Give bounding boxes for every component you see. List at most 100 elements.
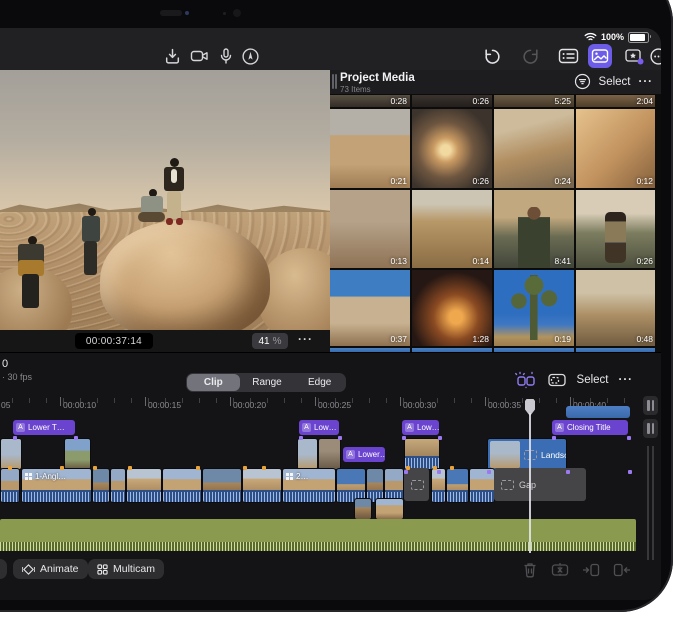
clip-marker[interactable] [128,466,132,470]
clip-marker[interactable] [450,466,454,470]
media-thumbnail[interactable]: 0:28 [330,95,410,107]
main-storyline-clip[interactable] [469,468,495,503]
connected-clip[interactable] [318,438,341,470]
redo-icon[interactable] [518,44,542,68]
media-thumbnail[interactable]: 0:12 [576,109,655,188]
media-thumbnail[interactable]: 0:26 [412,95,492,107]
main-storyline-clip[interactable] [446,468,469,503]
connection-dot [552,436,556,440]
clip-marker[interactable] [60,466,64,470]
media-thumbnail[interactable]: 2:04 [576,95,655,107]
media-more-button[interactable]: ··· [639,76,654,88]
split-icon[interactable] [551,561,569,578]
clip-marker[interactable] [262,466,266,470]
title-clip[interactable]: ALow… [402,420,439,435]
gap-clip[interactable]: Gap [494,468,586,501]
clip-marker[interactable] [243,466,247,470]
panel-drag-handle[interactable] [332,74,337,89]
main-storyline-clip[interactable] [242,468,282,503]
connection-dot [628,470,632,474]
camera-icon[interactable] [188,44,212,68]
delete-icon[interactable] [522,561,538,578]
zoom-level[interactable]: 41% [252,333,288,349]
media-select-button[interactable]: Select [599,76,631,88]
main-storyline-clip[interactable]: 2… [282,468,336,503]
media-thumbnail[interactable]: 8:41 [494,190,574,268]
playhead[interactable] [524,399,536,553]
main-storyline-clip[interactable] [162,468,202,503]
append-icon[interactable] [613,561,631,578]
video-viewer[interactable] [0,70,330,330]
camera-sensor-dot2 [223,12,226,15]
track-height-button-2[interactable] [643,419,658,438]
media-thumbnail[interactable]: 0:26 [412,109,492,188]
filter-icon[interactable] [574,73,591,90]
clip-marker[interactable] [93,466,97,470]
media-thumbnail[interactable]: 0:13 [330,190,410,268]
connection-dot [404,470,408,474]
title-badge-icon: A [302,423,311,432]
media-thumbnail[interactable]: 1:28 [412,270,492,346]
insert-icon[interactable] [582,561,600,578]
browser-icon[interactable] [556,44,580,68]
title-clip[interactable]: ALower T… [13,420,75,435]
scroll-track-line2 [652,446,654,560]
multicam-button[interactable]: Multicam [88,559,164,579]
media-thumbnail[interactable]: 0:19 [494,270,574,346]
track-height-button-1[interactable] [643,396,658,415]
media-thumbnail[interactable]: 0:26 [576,190,655,268]
clip-duration: 0:48 [636,334,653,344]
title-badge-icon: A [346,450,355,459]
pencil-icon[interactable] [238,44,262,68]
connected-clip[interactable] [64,438,91,470]
timecode-display[interactable]: 00:00:37:14 [75,333,153,349]
connection-dot [13,436,17,440]
media-thumbnail[interactable]: 0:21 [330,109,410,188]
undo-icon[interactable] [480,44,504,68]
more-icon[interactable] [646,44,661,68]
media-thumbnail[interactable]: 0:37 [330,270,410,346]
media-panel-header: Project Media 73 Items Select ··· [330,70,661,94]
connected-clip[interactable] [297,438,318,470]
animate-label: Animate [40,563,79,575]
timeline-vertical-scrollbar[interactable] [641,394,661,570]
audio-waveform [1,490,19,502]
microphone-icon[interactable] [214,44,238,68]
main-storyline-clip[interactable] [92,468,110,503]
connection-dot [566,470,570,474]
title-clip[interactable]: ALower… [343,447,385,462]
clip-marker[interactable] [8,466,12,470]
media-icon[interactable] [588,44,612,68]
viewer-controls: 00:00:37:14 41% ··· [0,330,330,352]
music-audio-clip[interactable] [0,519,636,551]
clip-label: 2… [286,472,308,481]
media-thumbnail[interactable]: 0:48 [576,270,655,346]
connected-clip-below[interactable] [375,498,404,520]
title-clip[interactable]: ALow… [299,420,339,435]
clip-duration: 0:12 [636,176,653,186]
main-storyline-clip[interactable] [110,468,126,503]
viewer-more-button[interactable]: ··· [298,332,313,346]
clip-marker[interactable] [196,466,200,470]
title-clip[interactable]: AClosing Title [552,420,628,435]
connected-title-bar-clip[interactable] [566,406,630,418]
clip-duration: 0:37 [390,334,407,344]
battery-percent: 100% [601,32,624,42]
media-thumbnail[interactable]: 0:14 [412,190,492,268]
import-icon[interactable] [160,44,184,68]
clip-duration: 0:26 [472,96,489,106]
main-storyline-clip[interactable] [126,468,162,503]
media-thumbnail[interactable]: 5:25 [494,95,574,107]
clip-label: 1-Angl… [25,472,66,481]
title-clip-label: Closing Title [567,423,611,432]
top-toolbar: 100% [0,28,661,70]
clip-duration: 0:26 [472,176,489,186]
media-thumbnail[interactable]: 0:24 [494,109,574,188]
animate-button[interactable]: Animate [13,559,88,579]
connected-clip-below[interactable] [354,498,372,520]
main-storyline-clip[interactable] [0,468,20,503]
main-storyline-clip[interactable]: 1-Angl… [21,468,92,503]
clip-duration: 2:04 [636,96,653,106]
main-storyline-clip[interactable] [202,468,242,503]
clips-icon[interactable] [622,44,646,68]
